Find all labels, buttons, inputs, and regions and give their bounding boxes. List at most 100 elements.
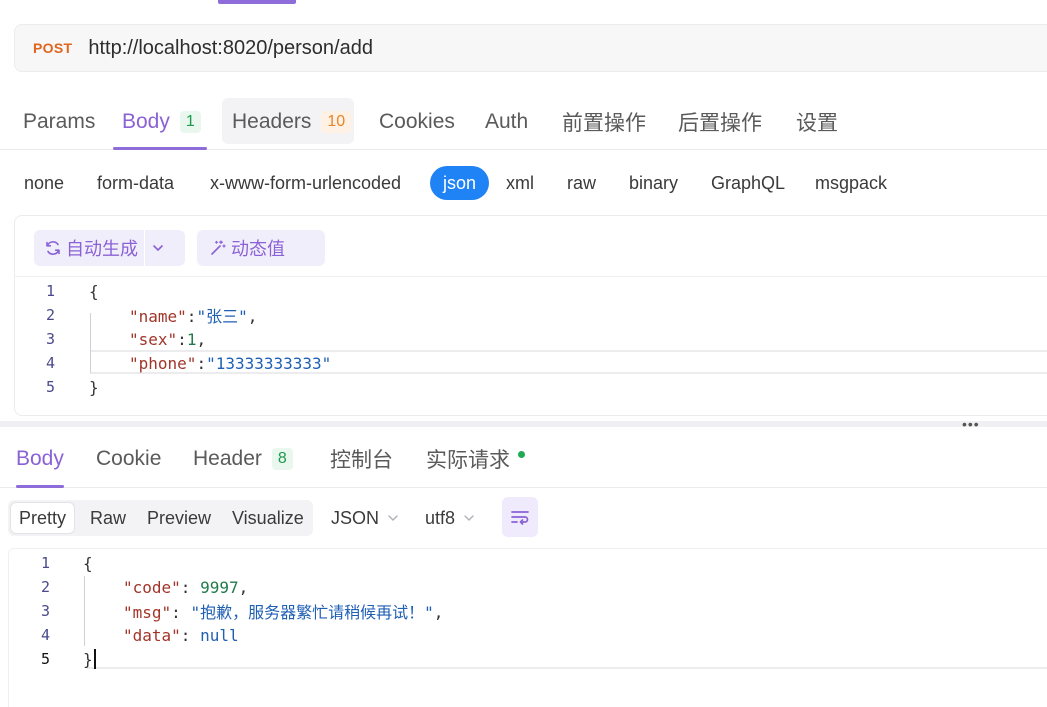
view-pretty[interactable]: Pretty — [11, 503, 75, 533]
json-key: "data" — [123, 625, 181, 645]
view-visualize[interactable]: Visualize — [224, 503, 312, 533]
line-number: 2 — [45, 306, 55, 324]
code-line: 1 { — [15, 279, 1047, 303]
json-value: 9997 — [200, 577, 239, 597]
response-body-viewer[interactable]: 1 { 2 "code": 9997, 3 "msg": "抱歉，服务器繁忙请稍… — [8, 548, 1047, 707]
tab-pre-ops[interactable]: 前置操作 — [562, 96, 646, 148]
code-line: 4 "phone":"13333333333" — [15, 351, 1047, 375]
tab-settings[interactable]: 设置 — [796, 96, 838, 148]
response-tabs: Body Cookie Header 8 控制台 实际请求 — [0, 434, 1047, 488]
request-body-editor[interactable]: 自动生成 动态值 1 { 2 "name":"张三", 3 "sex":1, 4 — [14, 215, 1047, 416]
chevron-down-icon — [464, 515, 474, 521]
url-bar[interactable]: POST http://localhost:8020/person/add — [14, 24, 1047, 72]
json-value: null — [200, 625, 239, 645]
line-number: 1 — [40, 554, 50, 572]
code-line: 5 } — [9, 647, 1047, 671]
json-value: "抱歉，服务器繁忙请稍候再试！" — [190, 603, 434, 622]
resp-tab-cookie-label: Cookie — [96, 447, 162, 470]
json-key: "sex" — [129, 329, 178, 349]
body-type-form-data[interactable]: form-data — [97, 166, 174, 200]
resp-tab-actual-request[interactable]: 实际请求 — [426, 434, 525, 484]
body-type-msgpack[interactable]: msgpack — [815, 166, 887, 200]
request-tabs: Params Body 1 Headers 10 Cookies Auth 前置… — [0, 96, 1047, 150]
chevron-down-icon[interactable] — [151, 241, 165, 255]
json-key: "name" — [129, 307, 187, 326]
panel-splitter[interactable] — [0, 421, 1047, 427]
tab-pre-ops-label: 前置操作 — [562, 112, 646, 135]
line-number: 3 — [45, 330, 55, 348]
text-cursor — [93, 649, 96, 669]
tab-body[interactable]: Body 1 — [113, 96, 207, 150]
resp-tab-body[interactable]: Body — [16, 434, 64, 488]
json-value: "13333333333" — [206, 353, 332, 373]
tab-body-underline — [113, 147, 207, 150]
auto-generate-button[interactable]: 自动生成 — [34, 230, 185, 266]
resp-tab-body-underline — [16, 485, 64, 488]
brace-open: { — [89, 281, 99, 301]
word-wrap-button[interactable] — [502, 497, 538, 537]
tab-post-ops[interactable]: 后置操作 — [678, 96, 762, 148]
magic-wand-icon — [211, 240, 226, 255]
chevron-down-icon — [388, 515, 398, 521]
encoding-select[interactable]: utf8 — [425, 500, 475, 536]
body-type-binary[interactable]: binary — [629, 166, 678, 200]
encoding-select-value: utf8 — [425, 507, 456, 528]
header-count-badge: 8 — [271, 448, 293, 470]
line-number: 1 — [45, 282, 55, 300]
button-separator — [144, 230, 145, 266]
tab-auth[interactable]: Auth — [485, 96, 528, 148]
view-mode-group: Pretty Raw Preview Visualize — [8, 500, 313, 536]
active-request-tab-indicator — [218, 0, 296, 4]
splitter-handle-icon[interactable]: ••• — [962, 416, 980, 432]
body-type-xml[interactable]: xml — [506, 166, 534, 200]
status-dot-icon — [518, 450, 525, 458]
headers-count-badge: 10 — [321, 111, 352, 133]
code-line: 3 "sex":1, — [15, 327, 1047, 351]
line-number: 2 — [40, 578, 50, 596]
format-select[interactable]: JSON — [331, 500, 399, 536]
body-type-json[interactable]: json — [430, 166, 490, 200]
refresh-icon — [46, 241, 60, 255]
resp-tab-header[interactable]: Header 8 — [193, 434, 293, 484]
line-number: 4 — [45, 354, 55, 372]
tab-post-ops-label: 后置操作 — [678, 112, 762, 135]
tab-headers[interactable]: Headers 10 — [232, 96, 352, 148]
auto-generate-label: 自动生成 — [66, 239, 138, 259]
resp-tab-body-label: Body — [16, 447, 64, 470]
json-value: 1 — [186, 329, 197, 349]
brace-open: { — [83, 553, 93, 573]
code-line: 2 "name":"张三", — [15, 303, 1047, 327]
body-type-raw[interactable]: raw — [567, 166, 596, 200]
format-select-value: JSON — [331, 507, 380, 528]
tab-auth-label: Auth — [485, 110, 529, 133]
resp-tab-console[interactable]: 控制台 — [330, 434, 393, 484]
view-preview[interactable]: Preview — [139, 503, 219, 533]
tab-cookies[interactable]: Cookies — [379, 96, 455, 148]
code-line: 3 "msg": "抱歉，服务器繁忙请稍候再试！", — [9, 599, 1047, 623]
wrap-lines-icon — [511, 511, 529, 525]
body-type-graphql[interactable]: GraphQL — [711, 166, 785, 200]
tab-headers-label: Headers — [232, 110, 312, 133]
tab-cookies-label: Cookies — [379, 110, 455, 133]
body-type-selector: none form-data x-www-form-urlencoded jso… — [0, 166, 1047, 202]
resp-tab-cookie[interactable]: Cookie — [96, 434, 161, 484]
url-input[interactable]: http://localhost:8020/person/add — [88, 37, 373, 60]
tab-params[interactable]: Params — [23, 96, 95, 148]
json-value: "张三" — [196, 307, 248, 326]
tab-body-label: Body — [122, 110, 170, 133]
brace-close: } — [83, 649, 93, 669]
body-type-none[interactable]: none — [24, 166, 64, 200]
tab-settings-label: 设置 — [796, 112, 838, 135]
brace-close: } — [89, 377, 99, 397]
http-method[interactable]: POST — [33, 40, 72, 56]
code-line: 5 } — [15, 375, 1047, 399]
json-key: "phone" — [129, 353, 197, 373]
code-line: 4 "data": null — [9, 623, 1047, 647]
line-number: 5 — [40, 650, 50, 668]
json-key: "code" — [123, 577, 181, 597]
resp-tab-console-label: 控制台 — [330, 449, 393, 472]
body-type-urlencoded[interactable]: x-www-form-urlencoded — [210, 166, 401, 200]
view-raw[interactable]: Raw — [82, 503, 134, 533]
dynamic-value-label: 动态值 — [231, 239, 285, 259]
dynamic-value-button[interactable]: 动态值 — [197, 230, 325, 266]
